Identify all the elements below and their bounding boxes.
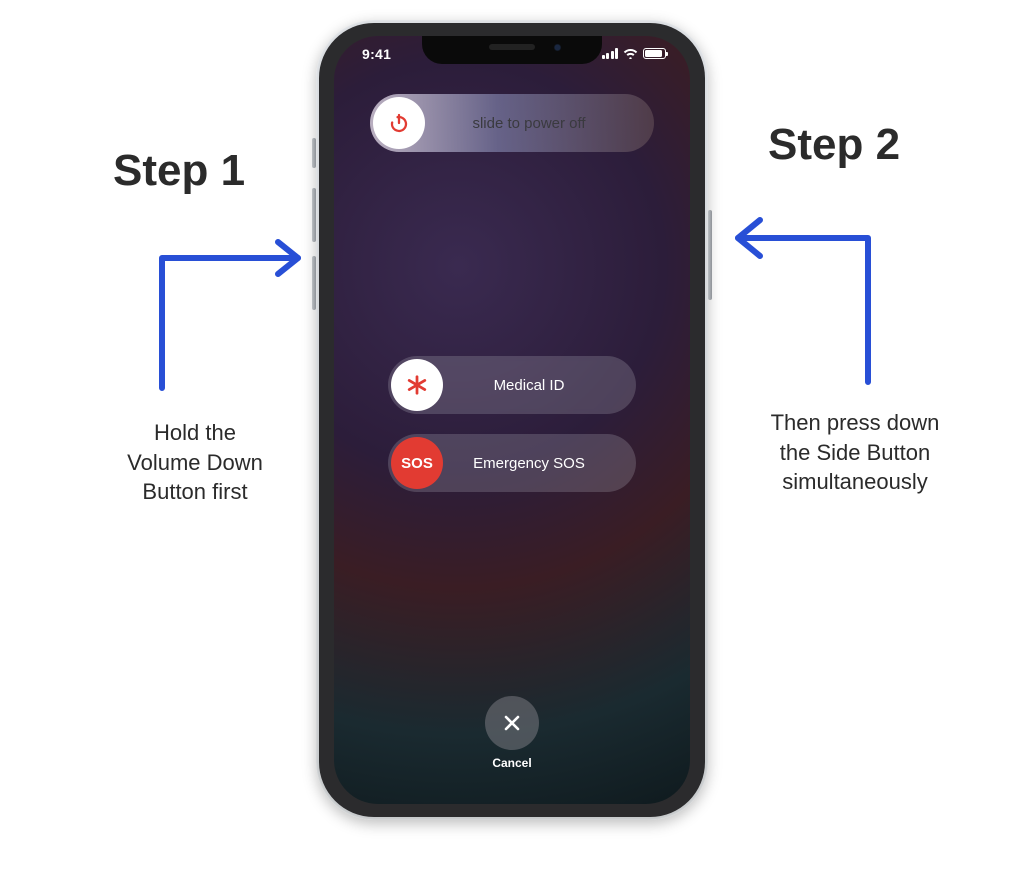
silence-switch — [312, 138, 316, 168]
step2-body: Then press down the Side Button simultan… — [740, 408, 970, 497]
notch — [422, 36, 602, 64]
step1-body: Hold the Volume Down Button first — [90, 418, 300, 507]
step2-arrow — [718, 192, 888, 392]
wifi-icon — [623, 48, 638, 59]
emergency-sos-slider[interactable]: SOS Emergency SOS — [388, 434, 636, 492]
medical-id-label: Medical ID — [446, 377, 636, 394]
sos-icon: SOS — [391, 437, 443, 489]
cancel-button[interactable] — [485, 696, 539, 750]
battery-icon — [643, 48, 666, 59]
step1-title: Step 1 — [113, 146, 245, 196]
status-time: 9:41 — [362, 46, 391, 62]
step2-title: Step 2 — [768, 120, 900, 170]
close-icon — [502, 713, 522, 733]
power-icon — [373, 97, 425, 149]
side-button[interactable] — [708, 210, 712, 300]
emergency-sos-label: Emergency SOS — [446, 455, 636, 472]
step1-arrow — [150, 218, 320, 398]
cellular-icon — [602, 48, 619, 59]
medical-asterisk-icon — [391, 359, 443, 411]
medical-id-slider[interactable]: Medical ID — [388, 356, 636, 414]
power-off-label: slide to power off — [428, 115, 654, 132]
cancel-group: Cancel — [485, 696, 539, 770]
cancel-label: Cancel — [485, 756, 539, 770]
iphone-device: 9:41 slide to power off — [316, 20, 708, 820]
power-off-slider[interactable]: slide to power off — [370, 94, 654, 152]
phone-screen: 9:41 slide to power off — [334, 36, 690, 804]
